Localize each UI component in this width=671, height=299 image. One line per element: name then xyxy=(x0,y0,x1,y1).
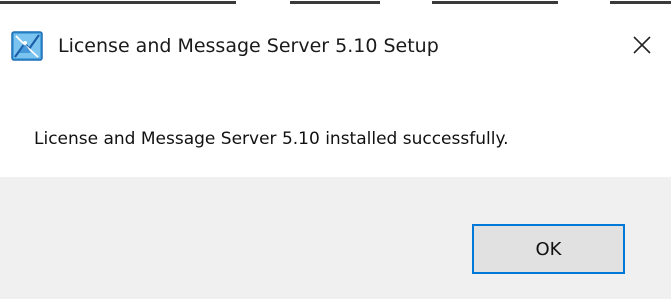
title-bar[interactable]: License and Message Server 5.10 Setup xyxy=(0,5,671,85)
setup-dialog-window: License and Message Server 5.10 Setup Li… xyxy=(0,0,671,299)
window-title: License and Message Server 5.10 Setup xyxy=(58,35,439,57)
edge-segment xyxy=(0,1,236,4)
edge-segment xyxy=(610,1,671,4)
ok-button[interactable]: OK xyxy=(472,224,625,274)
setup-app-icon xyxy=(11,31,43,61)
edge-segment xyxy=(432,1,558,4)
success-message: License and Message Server 5.10 installe… xyxy=(34,129,509,149)
dialog-footer: OK xyxy=(0,177,671,299)
edge-segment xyxy=(290,1,380,4)
dialog-content: License and Message Server 5.10 installe… xyxy=(0,85,671,177)
ok-button-label: OK xyxy=(535,238,562,260)
close-button[interactable] xyxy=(617,25,667,69)
close-icon xyxy=(632,35,652,59)
